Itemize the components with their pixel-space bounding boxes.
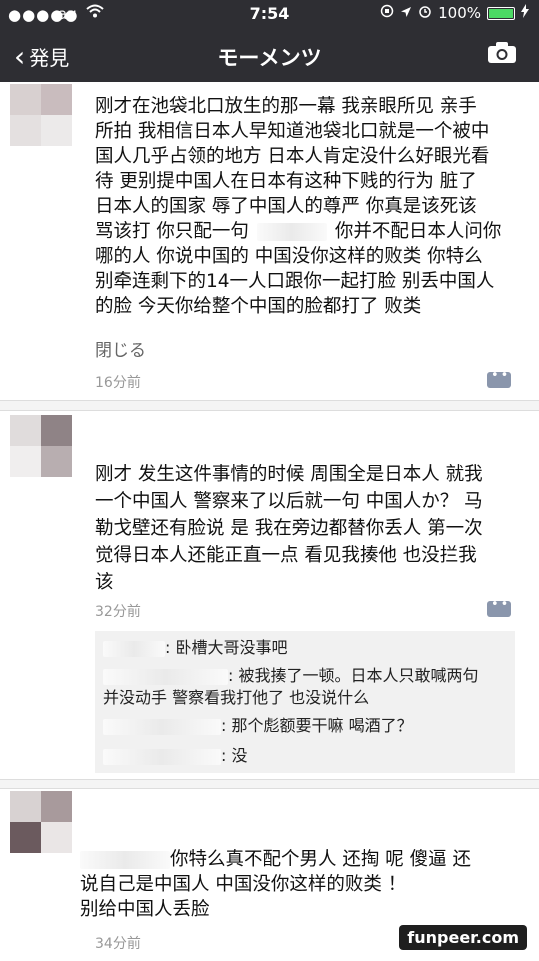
post-line: 该 (95, 572, 114, 593)
post-text: 你特么真不配个男人 还掏 呢 傻逼 还 说自己是中国人 中国没你这样的败类 ！ … (80, 847, 517, 922)
post-line: 勒戈壁还有脸说 是 我在旁边都替你丢人 第一次 (95, 518, 483, 539)
post-line: 骂该打 你只配一句 你并不配日本人问你 (95, 221, 502, 242)
avatar[interactable] (10, 415, 72, 477)
orientation-lock-icon (380, 4, 394, 22)
charging-icon (521, 4, 529, 22)
location-icon (400, 4, 412, 22)
post-time: 32分前 (95, 604, 141, 620)
avatar[interactable] (10, 791, 72, 853)
post-line: 所拍 我相信日本人早知道池袋北口就是一个被中 (95, 121, 490, 142)
post-text: 刚才在池袋北口放生的那一幕 我亲眼所见 亲手 所拍 我相信日本人早知道池袋北口就… (95, 94, 517, 319)
comment-item: : 没 (103, 745, 247, 767)
status-bar: ●●●●● au 7:54 100% (0, 0, 539, 28)
comment-item: : 卧槽大哥没事吧 (103, 637, 287, 659)
post-line: 一个中国人 警察来了以后就一句 中国人か？ 马 (95, 491, 483, 512)
post-line: 刚才 发生这件事情的时候 周围全是日本人 就我 (95, 464, 483, 485)
collapse-link[interactable]: 閉じる (95, 336, 146, 361)
post-line: 的脸 今天你给整个中国的脸都打了 败类 (95, 296, 422, 317)
moment-post: 刚才在池袋北口放生的那一幕 我亲眼所见 亲手 所拍 我相信日本人早知道池袋北口就… (0, 82, 539, 401)
post-line: 刚才在池袋北口放生的那一幕 我亲眼所见 亲手 (95, 96, 477, 117)
camera-icon (488, 42, 516, 63)
battery-icon (487, 6, 515, 20)
comment-button[interactable] (487, 368, 511, 388)
comment-item: : 那个彪额要干嘛 喝酒了？ (103, 715, 413, 737)
post-line: 说自己是中国人 中国没你这样的败类 ！ (80, 874, 407, 895)
alarm-icon (418, 4, 432, 22)
post-line: 国人几乎占领的地方 日本人肯定没什么好眼光看 (95, 146, 490, 167)
comment-item-continued: 并没动手 警察看我打他了 也没说什么 (103, 688, 370, 707)
comment-item: : 被我揍了一顿。日本人只敢喊两句 (103, 665, 478, 687)
camera-button[interactable] (487, 42, 517, 64)
post-line: 觉得日本人还能正直一点 看见我揍他 也没拦我 (95, 545, 477, 566)
post-line: 待 更别提中国人在日本有这种下贱的行为 脏了 (95, 171, 477, 192)
comment-button[interactable] (487, 597, 511, 617)
watermark: funpeer.com (399, 925, 527, 950)
avatar[interactable] (10, 84, 72, 146)
moment-post: 刚才 发生这件事情的时候 周围全是日本人 就我 一个中国人 警察来了以后就一句 … (0, 410, 539, 780)
post-time: 34分前 (95, 936, 141, 952)
post-text: 刚才 发生这件事情的时候 周围全是日本人 就我 一个中国人 警察来了以后就一句 … (95, 461, 517, 596)
page-title: モーメンツ (217, 46, 322, 70)
post-line: 你特么真不配个男人 还掏 呢 傻逼 还 (80, 847, 517, 872)
post-time: 16分前 (95, 375, 141, 391)
comments-section: : 卧槽大哥没事吧 : 被我揍了一顿。日本人只敢喊两句 并没动手 警察看我打他了… (95, 631, 515, 773)
post-line: 别牵连剩下的14一人口跟你一起打脸 别丢中国人 (95, 271, 495, 292)
post-line: 日本人的国家 辱了中国人的尊严 你真是该死该 (95, 196, 477, 217)
post-line: 别给中国人丢脸 (80, 899, 210, 920)
battery-percent: 100% (438, 4, 481, 22)
navigation-bar: ‹ 発見 モーメンツ (0, 28, 539, 82)
post-line: 哪的人 你说中国的 中国没你这样的败类 你特么 (95, 246, 483, 267)
